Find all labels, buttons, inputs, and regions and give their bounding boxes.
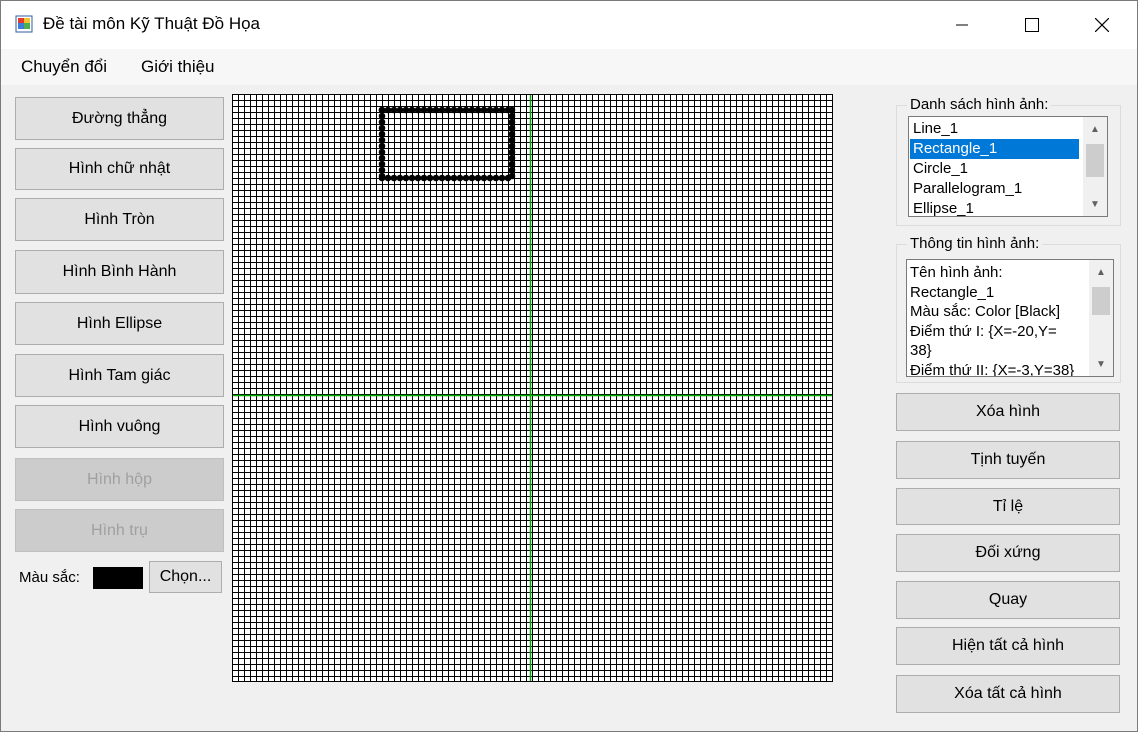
info-line: Tên hình ảnh: bbox=[910, 264, 1003, 281]
translate-button[interactable]: Tịnh tuyến bbox=[896, 441, 1120, 479]
title-bar: Đề tài môn Kỹ Thuật Đồ Họa bbox=[1, 1, 1137, 49]
circle-button[interactable]: Hình Tròn bbox=[15, 198, 224, 241]
menu-gioi-thieu[interactable]: Giới thiệu bbox=[141, 57, 215, 77]
scroll-down-icon[interactable]: ▼ bbox=[1089, 354, 1113, 374]
maximize-icon bbox=[1025, 18, 1039, 32]
triangle-button[interactable]: Hình Tam giác bbox=[15, 354, 224, 397]
canvas-grid bbox=[232, 94, 833, 682]
reflect-button[interactable]: Đối xứng bbox=[896, 534, 1120, 572]
info-line: Rectangle_1 bbox=[910, 283, 995, 301]
shape-info-title: Thông tin hình ảnh: bbox=[907, 235, 1043, 252]
scroll-up-icon[interactable]: ▲ bbox=[1089, 262, 1113, 282]
close-icon bbox=[1095, 18, 1109, 32]
shape-list-item[interactable]: Circle_1 bbox=[910, 159, 1079, 179]
scale-button[interactable]: Tỉ lệ bbox=[896, 488, 1120, 525]
drawing-canvas[interactable] bbox=[232, 94, 833, 682]
shape-list-item[interactable]: Rectangle_1 bbox=[910, 139, 1079, 159]
app-window: Đề tài môn Kỹ Thuật Đồ Họa Chuyển đổi Gi… bbox=[0, 0, 1138, 732]
minimize-button[interactable] bbox=[939, 1, 985, 49]
choose-color-button[interactable]: Chọn... bbox=[149, 561, 222, 593]
line-button[interactable]: Đường thẳng bbox=[15, 97, 224, 140]
close-button[interactable] bbox=[1079, 1, 1125, 49]
shape-list-item[interactable]: Ellipse_1 bbox=[910, 199, 1079, 216]
app-icon bbox=[15, 15, 33, 33]
info-line: 38} bbox=[910, 342, 932, 359]
menu-bar: Chuyển đổi Giới thiệu bbox=[1, 49, 1137, 85]
scroll-thumb[interactable] bbox=[1086, 144, 1104, 177]
ellipse-button[interactable]: Hình Ellipse bbox=[15, 302, 224, 345]
shape-list-scrollbar[interactable]: ▲ ▼ bbox=[1083, 117, 1107, 216]
shape-list-item[interactable]: Parallelogram_1 bbox=[910, 179, 1079, 199]
info-line: Màu sắc: Color [Black] bbox=[910, 303, 1061, 320]
cylinder-button[interactable]: Hình trụ bbox=[15, 509, 224, 552]
color-swatch bbox=[93, 567, 143, 589]
info-line: Điểm thứ II: {X=-3,Y=38} bbox=[910, 361, 1075, 377]
shape-info-textbox[interactable]: Tên hình ảnh: Rectangle_1 Màu sắc: Color [… bbox=[906, 259, 1114, 377]
shape-list-title: Danh sách hình ảnh: bbox=[907, 96, 1052, 113]
delete-all-button[interactable]: Xóa tất cả hình bbox=[896, 675, 1120, 713]
menu-chuyen-doi[interactable]: Chuyển đổi bbox=[21, 57, 107, 77]
rotate-button[interactable]: Quay bbox=[896, 581, 1120, 619]
square-button[interactable]: Hình vuông bbox=[15, 405, 224, 448]
shape-info-scrollbar[interactable]: ▲ ▼ bbox=[1089, 260, 1113, 376]
window-title: Đề tài môn Kỹ Thuật Đồ Họa bbox=[43, 14, 261, 33]
shape-listbox[interactable]: Line_1 Rectangle_1 Circle_1 Parallelogram_1… bbox=[908, 116, 1108, 217]
minimize-icon bbox=[956, 24, 968, 26]
color-label: Màu sắc: bbox=[19, 569, 80, 586]
maximize-button[interactable] bbox=[1009, 1, 1055, 49]
scroll-down-icon[interactable]: ▼ bbox=[1083, 194, 1107, 214]
info-line: Điểm thứ I: {X=-20,Y= bbox=[910, 322, 1057, 340]
scroll-thumb[interactable] bbox=[1092, 287, 1110, 315]
box-button[interactable]: Hình hộp bbox=[15, 458, 224, 501]
delete-shape-button[interactable]: Xóa hình bbox=[896, 393, 1120, 431]
show-all-button[interactable]: Hiện tất cả hình bbox=[896, 627, 1120, 665]
scroll-up-icon[interactable]: ▲ bbox=[1083, 119, 1107, 139]
rectangle-button[interactable]: Hình chữ nhật bbox=[15, 148, 224, 190]
shape-list-item[interactable]: Line_1 bbox=[910, 119, 1079, 139]
parallelogram-button[interactable]: Hình Bình Hành bbox=[15, 250, 224, 294]
